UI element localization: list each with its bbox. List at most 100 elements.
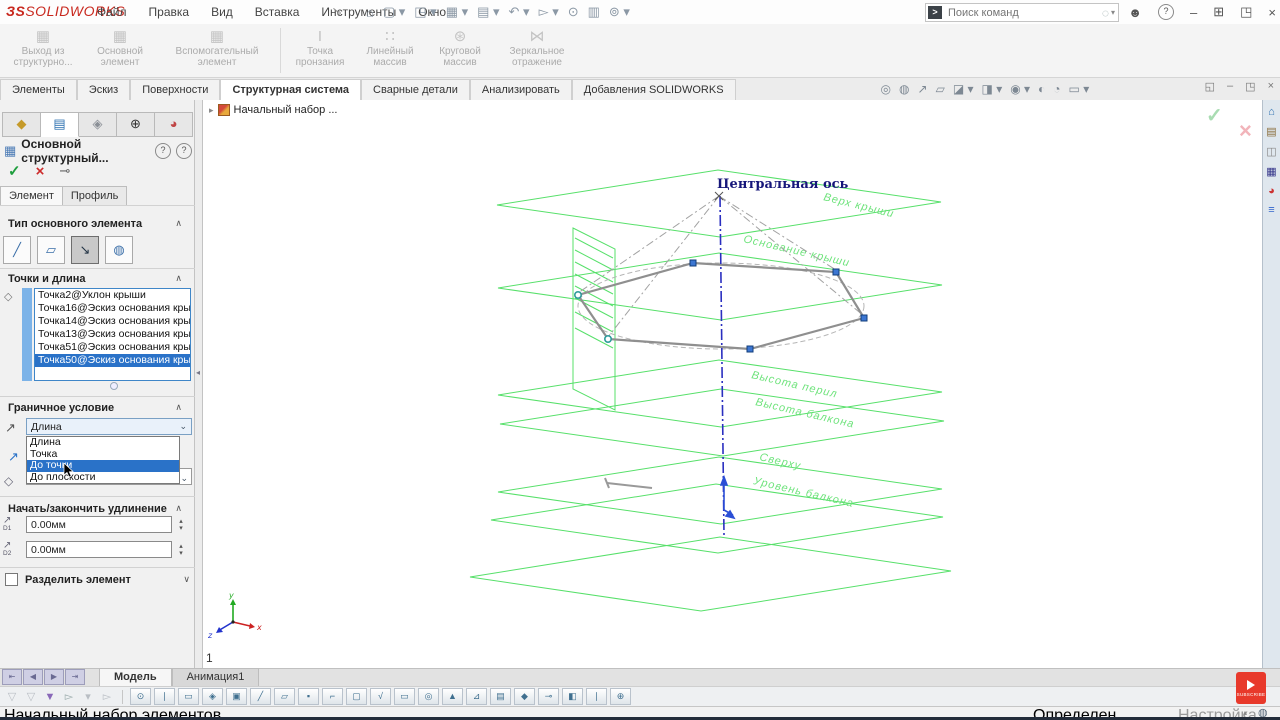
end-extend-spinner[interactable]: ▴▾ bbox=[174, 541, 188, 558]
quick-toolbar-icon[interactable]: ▥ bbox=[588, 4, 600, 20]
option-up-to-plane[interactable]: До плоскости bbox=[27, 472, 179, 484]
menu-file[interactable]: Файл bbox=[88, 2, 136, 22]
filter-icon[interactable]: ▣ bbox=[226, 688, 247, 705]
filter-icon[interactable]: √ bbox=[370, 688, 391, 705]
tab-features[interactable]: Элементы bbox=[0, 79, 77, 100]
filter-icon[interactable]: ⌐ bbox=[322, 688, 343, 705]
doc-dock-icon[interactable]: ◱ bbox=[1205, 80, 1215, 93]
tab-evaluate[interactable]: Анализировать bbox=[470, 79, 572, 100]
status-caret-icon[interactable]: ▴ bbox=[1243, 708, 1247, 717]
dimxpert-tab[interactable]: ⊕ bbox=[117, 112, 155, 137]
collapse-icon[interactable]: ∧ bbox=[175, 503, 182, 514]
home-icon[interactable]: ⌂ bbox=[1268, 106, 1275, 118]
view-palette-icon[interactable]: ▦ bbox=[1266, 165, 1276, 178]
minimize-button[interactable]: – bbox=[1190, 5, 1197, 20]
first-tab-icon[interactable]: ⇤ bbox=[2, 669, 22, 685]
section-end-condition[interactable]: Граничное условие∧ bbox=[8, 402, 190, 414]
doc-minimize-icon[interactable]: – bbox=[1227, 80, 1233, 93]
animation-tab[interactable]: Анимация1 bbox=[172, 668, 260, 686]
view-toolbar-icon[interactable]: ◨ ▾ bbox=[982, 82, 1003, 96]
filter-icon[interactable]: ▪ bbox=[298, 688, 319, 705]
collapse-icon[interactable]: ∧ bbox=[175, 402, 182, 413]
mirror-button[interactable]: ⋈Зеркальное отражение bbox=[495, 24, 579, 77]
confirm-check-watermark-icon[interactable]: ✓ bbox=[1206, 103, 1223, 128]
filter-icon[interactable]: ⊸ bbox=[538, 688, 559, 705]
tile-button[interactable]: ⊞ bbox=[1213, 4, 1224, 20]
view-toolbar-icon[interactable]: ◐ bbox=[1038, 82, 1045, 96]
command-search[interactable]: > ◌ ▾ bbox=[925, 3, 1119, 22]
expand-icon[interactable]: ∨ bbox=[183, 574, 190, 585]
filter-icon[interactable]: ⊿ bbox=[466, 688, 487, 705]
custom-properties-icon[interactable]: ≡ bbox=[1268, 204, 1274, 216]
point-length-type-button[interactable]: ↘ bbox=[71, 236, 99, 264]
quick-toolbar-icon[interactable]: ⊚ ▾ bbox=[609, 4, 630, 20]
start-extend-spinner[interactable]: ▴▾ bbox=[174, 516, 188, 533]
view-toolbar-icon[interactable]: ↗ bbox=[918, 82, 928, 96]
quick-toolbar-icon[interactable]: ⌂ bbox=[366, 5, 374, 20]
cancel-button[interactable]: × bbox=[36, 163, 45, 180]
circular-pattern-button[interactable]: ⊛Круговой массив bbox=[425, 24, 495, 77]
model-view[interactable]: Верх крыши Основание крыши Высота перил … bbox=[203, 100, 1262, 668]
tab-sketch[interactable]: Эскиз bbox=[77, 79, 130, 100]
doc-restore-icon[interactable]: ◳ bbox=[1245, 80, 1255, 93]
split-member-checkbox[interactable] bbox=[5, 573, 18, 586]
filter-icon[interactable]: ▭ bbox=[178, 688, 199, 705]
filter-icon[interactable]: ▱ bbox=[274, 688, 295, 705]
active-filter-icon[interactable]: ▼ bbox=[42, 691, 58, 703]
filter-icon[interactable]: ▢ bbox=[346, 688, 367, 705]
linear-pattern-button[interactable]: ∷Линейный массив bbox=[355, 24, 425, 77]
option-length[interactable]: Длина bbox=[27, 437, 179, 449]
filter-icon[interactable]: ◆ bbox=[514, 688, 535, 705]
property-manager-tab[interactable]: ▤ bbox=[41, 112, 79, 137]
splitter-handle-icon[interactable]: ◂ bbox=[196, 368, 200, 377]
view-toolbar-icon[interactable]: ◔ bbox=[1053, 82, 1060, 96]
primary-member-button[interactable]: ▦Основной элемент bbox=[82, 24, 158, 77]
design-library-icon[interactable]: ▤ bbox=[1266, 125, 1276, 138]
view-toolbar-icon[interactable]: ◎ bbox=[881, 82, 891, 96]
quick-toolbar-icon[interactable]: ▢ ▾ bbox=[383, 4, 405, 20]
option-up-to-point[interactable]: До точки bbox=[27, 460, 179, 472]
close-button[interactable]: × bbox=[1268, 5, 1276, 20]
reference-planes[interactable] bbox=[470, 170, 951, 611]
section-points-length[interactable]: Точки и длина∧ bbox=[8, 273, 190, 285]
member-preview[interactable] bbox=[605, 478, 652, 488]
search-icon[interactable]: ◌ bbox=[1102, 6, 1109, 20]
file-explorer-icon[interactable]: ◫ bbox=[1266, 145, 1276, 158]
filter-icon[interactable]: ∣ bbox=[586, 688, 607, 705]
prev-tab-icon[interactable]: ◀ bbox=[23, 669, 43, 685]
list-item[interactable]: Точка16@Эскиз основания крыши bbox=[35, 302, 190, 315]
quick-toolbar-icon[interactable]: ▻ ▾ bbox=[539, 4, 559, 20]
subscribe-button[interactable]: SUBSCRIBE bbox=[1236, 672, 1266, 704]
pierce-point-button[interactable]: IТочка пронзания bbox=[285, 24, 355, 77]
quick-toolbar-icon[interactable]: ⊙ bbox=[568, 4, 579, 20]
view-toolbar-icon[interactable]: ◍ bbox=[899, 82, 909, 96]
keep-visible-pin-icon[interactable]: ⊸ bbox=[59, 163, 70, 179]
user-account-icon[interactable]: ☻ bbox=[1128, 5, 1142, 20]
filter-icon[interactable]: ◈ bbox=[202, 688, 223, 705]
help-icon[interactable]: ? bbox=[1158, 4, 1174, 20]
panel-splitter[interactable]: ◂ bbox=[195, 100, 203, 668]
section-member-type[interactable]: Тип основного элемента∧ bbox=[8, 218, 190, 230]
cancel-x-watermark-icon[interactable]: × bbox=[1239, 118, 1252, 144]
filter-toggle-icon[interactable]: ▽ bbox=[4, 690, 20, 703]
feature-breadcrumb[interactable]: ▸ Начальный набор ... bbox=[209, 104, 337, 116]
list-item[interactable]: Точка14@Эскиз основания крыши bbox=[35, 315, 190, 328]
filter-icon[interactable]: ◎ bbox=[418, 688, 439, 705]
search-input[interactable] bbox=[946, 6, 1102, 20]
filter-icon[interactable]: ∣ bbox=[154, 688, 175, 705]
quick-toolbar-icon[interactable]: ▦ ▾ bbox=[446, 4, 468, 20]
menu-edit[interactable]: Правка bbox=[140, 2, 199, 22]
quick-toolbar-icon[interactable]: ▤ ▾ bbox=[477, 4, 499, 20]
view-toolbar-icon[interactable]: ▭ ▾ bbox=[1069, 82, 1090, 96]
filter-icon[interactable]: ⊙ bbox=[130, 688, 151, 705]
select-arrow-icon[interactable]: ▻ bbox=[61, 690, 77, 703]
view-toolbar-icon[interactable]: ◉ ▾ bbox=[1010, 82, 1030, 96]
path-segment-type-button[interactable]: ╱ bbox=[3, 236, 31, 264]
magnified-select-icon[interactable]: ▻ bbox=[99, 690, 115, 703]
list-item[interactable]: Точка2@Уклон крыши bbox=[35, 289, 190, 302]
last-tab-icon[interactable]: ⇥ bbox=[65, 669, 85, 685]
view-toolbar-icon[interactable]: ◪ ▾ bbox=[953, 82, 974, 96]
appearances-tab[interactable]: ◕ bbox=[155, 112, 193, 137]
menu-insert[interactable]: Вставка bbox=[246, 2, 309, 22]
expand-arrow-icon[interactable]: ▸ bbox=[209, 105, 214, 116]
